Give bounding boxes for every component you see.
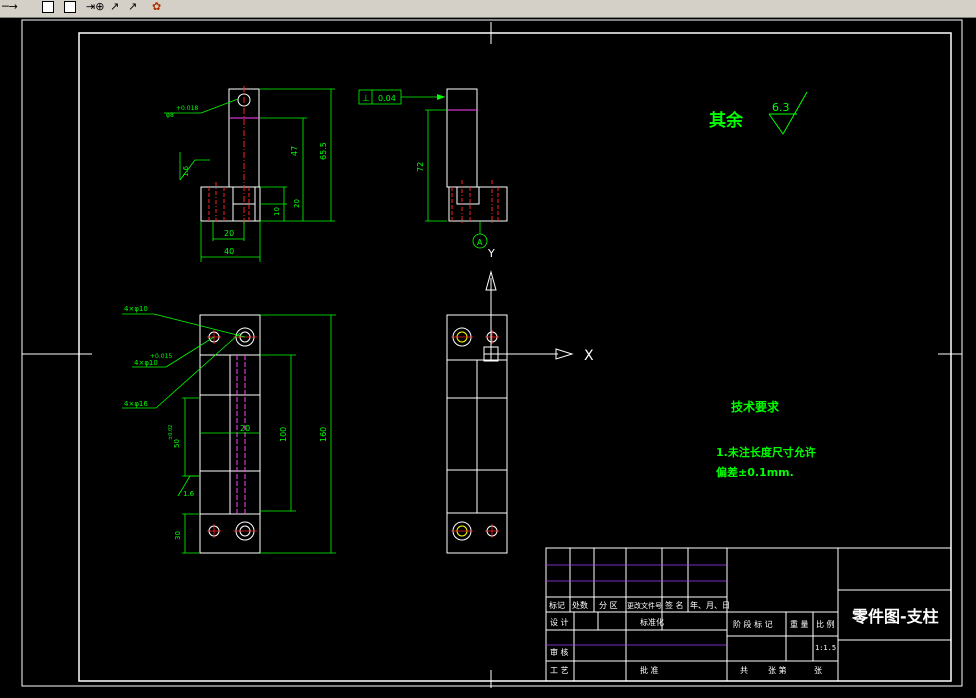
rectangle-icon[interactable] — [42, 1, 54, 13]
top-view-dimensions — [122, 313, 336, 554]
tb-label-date: 年、月、日 — [690, 600, 730, 610]
cad-drawing: +0.018 φ8 47 65.5 10 20 20 40 1.6 ⊥ 0.04… — [21, 19, 963, 688]
rest-roughness-value: 6.3 — [772, 101, 790, 114]
dim-100: 100 — [279, 427, 288, 442]
dim-40: 40 — [224, 247, 234, 256]
top-view-centerlines — [207, 330, 257, 538]
line-arrow-icon[interactable]: ─→ — [2, 0, 18, 14]
notes-title: 技术要求 — [731, 399, 780, 414]
front-view — [200, 88, 261, 222]
front-roughness: 1.6 — [182, 165, 190, 177]
top-hole-dim-3: 4×φ16 — [124, 400, 148, 408]
dim-20-w: 20 — [224, 229, 234, 238]
rest-roughness-label: 其余 — [709, 110, 744, 131]
datum-label: A — [477, 238, 483, 247]
tb-label-change-doc: 更改文件号 — [627, 601, 662, 610]
dimension-icon[interactable]: ⇥⊕ — [86, 0, 104, 14]
dim-50-tol: ±0.02 — [168, 425, 174, 440]
tb-label-ratio: 比 例 — [816, 619, 835, 629]
ucs-x-label: X — [584, 348, 594, 364]
notes-line-2: 偏差±0.1mm. — [716, 465, 794, 479]
tb-label-total: 共 — [740, 666, 748, 675]
tb-label-sign: 签 名 — [665, 600, 684, 610]
drawing-name: 零件图-支柱 — [851, 607, 939, 626]
tb-label-sheet: 张 第 — [768, 665, 787, 675]
dim-30: 30 — [174, 531, 182, 540]
dim-47: 47 — [290, 146, 299, 156]
dim-20-top: 20 — [240, 424, 250, 433]
tb-scale-value: 1:1.5 — [815, 644, 836, 652]
square-icon[interactable] — [64, 1, 76, 13]
tolerance-value: 0.04 — [378, 94, 396, 103]
tb-label-design: 设 计 — [550, 617, 569, 627]
paint-icon[interactable]: ✿ — [152, 0, 161, 14]
inner-frame — [78, 32, 952, 682]
leader-icon[interactable]: ↗ — [128, 0, 137, 14]
dim-20-h: 20 — [293, 199, 301, 208]
dim-65-5: 65.5 — [319, 142, 328, 160]
dim-10: 10 — [273, 207, 281, 216]
drawing-canvas[interactable]: +0.018 φ8 47 65.5 10 20 20 40 1.6 ⊥ 0.04… — [0, 18, 976, 694]
tb-label-weight: 重 量 — [790, 619, 809, 629]
perpendicular-symbol: ⊥ — [362, 94, 370, 104]
tb-label-stage: 阶 段 标 记 — [733, 619, 773, 629]
tb-label-standard: 标准化 — [640, 617, 664, 627]
front-hole-dim: φ8 — [166, 112, 174, 119]
notes-line-1: 1.未注长度尺寸允许 — [716, 445, 816, 459]
dim-72: 72 — [416, 162, 425, 172]
dim-50: 50 — [173, 439, 181, 448]
front-hole-tol: +0.018 — [176, 105, 198, 112]
leader-icon[interactable]: ↗ — [110, 0, 119, 14]
tb-label-review: 审 核 — [550, 647, 569, 657]
dim-160: 160 — [319, 427, 328, 442]
ucs-icon — [483, 270, 574, 362]
tb-label-sheet-end: 张 — [814, 666, 822, 675]
top-view — [199, 314, 261, 554]
bottom-roughness: 1.6 — [183, 490, 195, 498]
tb-label-count: 处数 — [572, 600, 588, 610]
top-hole-dim-2: 4×φ10 — [134, 359, 158, 367]
tb-label-approve: 批 准 — [640, 665, 659, 675]
top-hole-dim-1: 4×φ10 — [124, 305, 148, 313]
ucs-y-label: Y — [487, 247, 495, 260]
tb-label-process: 工 艺 — [550, 666, 569, 675]
tb-label-zone: 分 区 — [599, 601, 618, 610]
tb-label-mark: 标记 — [549, 600, 565, 610]
drawing-toolbar: ─→ ⇥⊕ ↗ ↗ ✿ — [0, 0, 976, 18]
